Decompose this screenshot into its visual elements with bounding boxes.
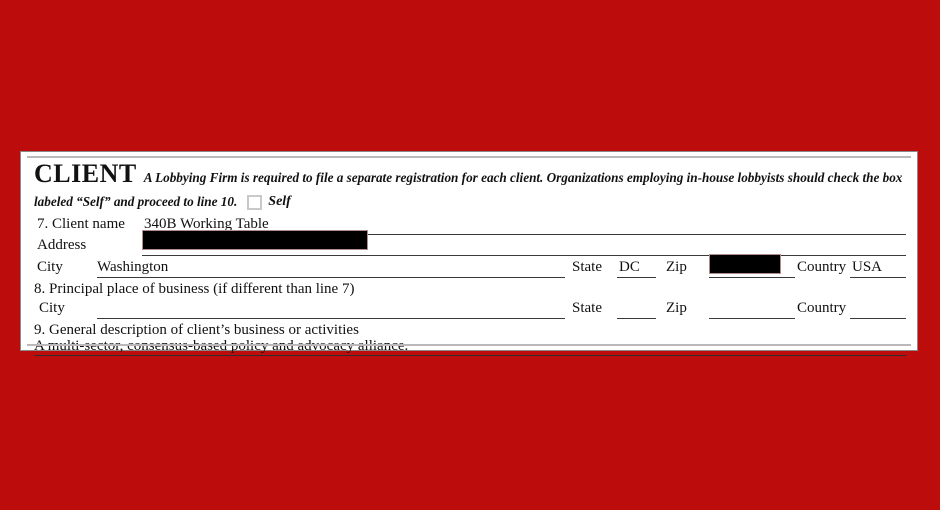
sheet-bottom-rule	[27, 344, 911, 346]
country-value[interactable]: USA	[852, 256, 882, 278]
client-name-label: 7. Client name	[37, 216, 125, 232]
city-value[interactable]: Washington	[97, 256, 168, 278]
general-description-rule	[34, 355, 906, 356]
screenshot-canvas: CLIENT A Lobbying Firm is required to fil…	[0, 0, 940, 510]
state-value[interactable]: DC	[619, 256, 640, 278]
client-section-header: CLIENT A Lobbying Firm is required to fil…	[34, 161, 909, 187]
zip-redaction-bar	[709, 254, 781, 274]
principal-place-city-row: City State Zip Country	[21, 297, 919, 319]
city-label: City	[37, 259, 63, 275]
address-redaction-bar	[142, 230, 368, 250]
address-label: Address	[37, 237, 87, 253]
self-checkbox[interactable]	[247, 194, 263, 210]
principal-state-label: State	[572, 300, 602, 316]
principal-city-label: City	[39, 300, 65, 316]
zip-label: Zip	[666, 259, 687, 275]
client-section-subheader: labeled “Self” and proceed to line 10. S…	[34, 192, 534, 212]
general-description-value[interactable]: A multi-sector, consensus-based policy a…	[34, 335, 408, 357]
principal-country-label: Country	[797, 300, 847, 316]
country-label: Country	[797, 259, 847, 275]
lobbying-registration-form-sheet: CLIENT A Lobbying Firm is required to fil…	[20, 151, 919, 356]
instruction-text-line1: A Lobbying Firm is required to file a se…	[143, 170, 903, 185]
instruction-text-line2: labeled “Self” and proceed to line 10.	[34, 194, 238, 209]
general-description-value-row: A multi-sector, consensus-based policy a…	[21, 335, 919, 357]
section-title: CLIENT	[34, 159, 137, 188]
sheet-top-rule	[27, 156, 911, 158]
client-city-row: City Washington State DC Zip Country USA	[21, 254, 919, 278]
principal-zip-label: Zip	[666, 300, 687, 316]
address-row: Address	[21, 230, 919, 256]
state-label: State	[572, 259, 602, 275]
self-checkbox-label: Self	[268, 194, 291, 209]
